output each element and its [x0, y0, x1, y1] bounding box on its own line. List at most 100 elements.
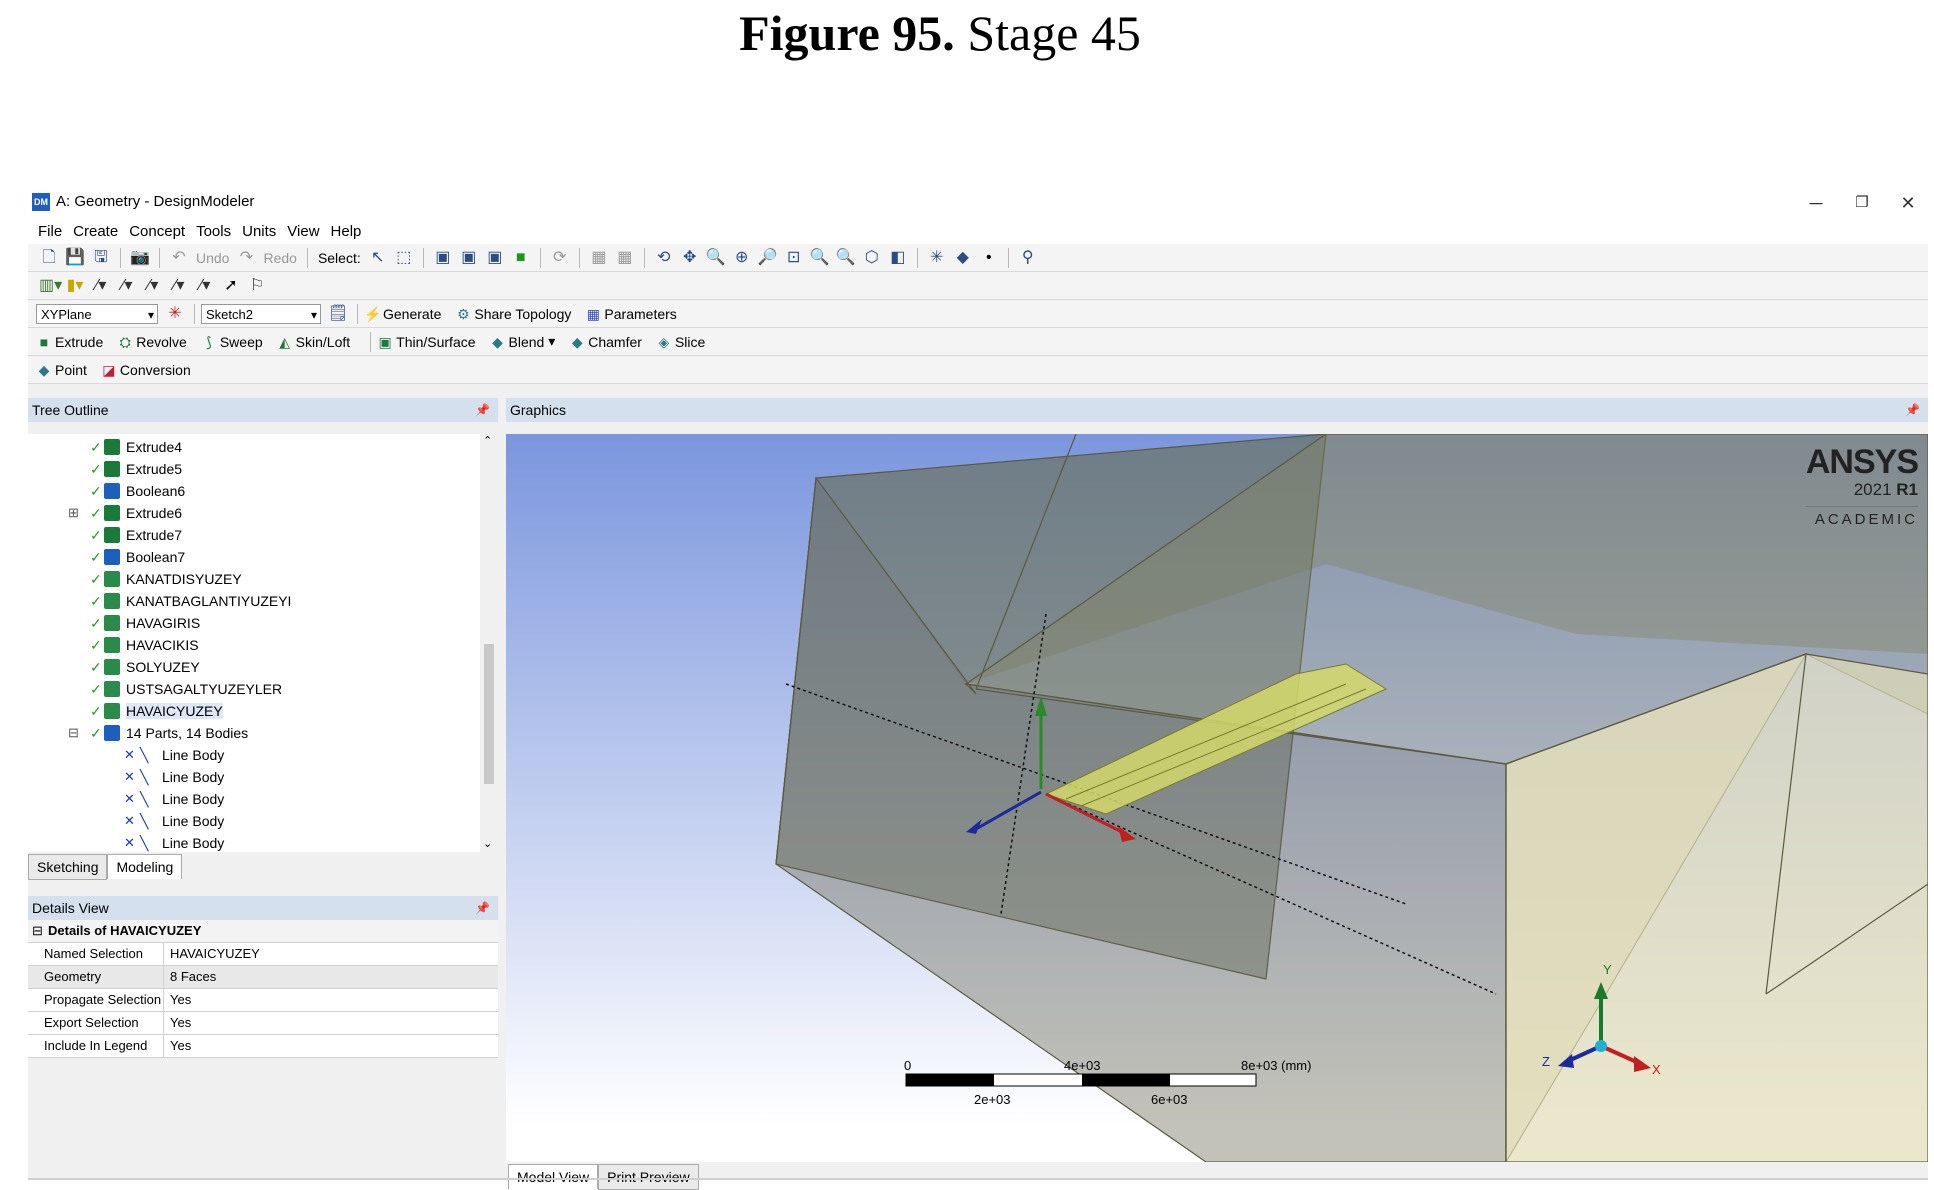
sketch-curve-icon[interactable]: ∕▾	[169, 276, 189, 296]
plane-select[interactable]: XYPlane	[36, 303, 158, 325]
extrude-button[interactable]: ■ Extrude	[36, 334, 103, 350]
tree-item[interactable]: ✓ Extrude5	[90, 458, 182, 480]
look-at-icon[interactable]: ◧	[888, 248, 908, 268]
iso-view-icon[interactable]: ⬡	[862, 248, 882, 268]
expand-icon[interactable]: ⊞	[68, 505, 79, 521]
tree-item[interactable]: ✓ Boolean6	[90, 480, 185, 502]
save-icon[interactable]: 💾	[65, 248, 85, 268]
select-mode-icon[interactable]: ⬚	[394, 248, 414, 268]
tree-item[interactable]: ✕ ╲ Line Body	[124, 744, 224, 766]
point-button[interactable]: ◆ Point	[36, 362, 87, 378]
revolve-button[interactable]: ⛭ Revolve	[117, 334, 187, 350]
sketch-select[interactable]: Sketch2	[201, 303, 321, 325]
conversion-button[interactable]: ◪ Conversion	[101, 362, 190, 378]
pin-icon[interactable]: 📌	[475, 398, 490, 422]
tab-sketching[interactable]: Sketching	[28, 854, 108, 880]
zoom-fit-icon[interactable]: ⊡	[784, 248, 804, 268]
graphics-viewport[interactable]: Y X Z 0 2e+03 4e+03 6e+03 8e+03 (mm) ANS…	[506, 434, 1928, 1162]
scroll-up-icon[interactable]: ⌃	[483, 434, 492, 447]
magnifier-icon[interactable]: 🔍	[836, 248, 856, 268]
generate-button[interactable]: ⚡ Generate	[364, 306, 441, 322]
share-topology-button[interactable]: ⚙ Share Topology	[455, 306, 571, 322]
sketch-dimension-icon[interactable]: ∕▾	[195, 276, 215, 296]
tree-item[interactable]: ✓ HAVAGIRIS	[90, 612, 200, 634]
collapse-icon[interactable]: ⊟	[68, 725, 79, 741]
zoom-in-icon[interactable]: ⊕	[732, 248, 752, 268]
select-pointer-icon[interactable]: ↖	[368, 248, 388, 268]
sketch-line-icon[interactable]: ∕▾	[91, 276, 111, 296]
zoom-icon[interactable]: 🔍	[706, 248, 726, 268]
tab-model-view[interactable]: Model View	[508, 1164, 599, 1189]
blend-button[interactable]: ◆ Blend ▾	[490, 333, 555, 350]
flag-icon[interactable]: ⚐	[247, 276, 267, 296]
select-face-icon[interactable]: ▣	[485, 248, 505, 268]
parameters-button[interactable]: ▦ Parameters	[585, 306, 677, 322]
chamfer-button[interactable]: ◆ Chamfer	[569, 334, 642, 350]
undo-button[interactable]: Undo	[196, 250, 229, 266]
sketch-arc-icon[interactable]: ∕▾	[117, 276, 137, 296]
menu-tools[interactable]: Tools	[196, 223, 231, 240]
pin-tool-icon[interactable]: ➚	[221, 276, 241, 296]
menu-view[interactable]: View	[287, 223, 319, 240]
pin-icon[interactable]: 📌	[475, 896, 490, 920]
tab-modeling[interactable]: Modeling	[107, 854, 183, 879]
thin-surface-button[interactable]: ▣ Thin/Surface	[377, 334, 476, 350]
new-sketch-icon[interactable]: 🗒	[328, 304, 348, 324]
tree-item[interactable]: ✕ ╲ Line Body	[124, 788, 224, 810]
collapse-icon[interactable]: ⊟	[32, 920, 44, 942]
redo-icon[interactable]: ↷	[236, 248, 256, 268]
sweep-button[interactable]: ⟆ Sweep	[201, 334, 263, 350]
tree-item[interactable]: ✕ ╲ Line Body	[124, 832, 224, 852]
tree-item[interactable]: ✕ ╲ Line Body	[124, 810, 224, 832]
edge-display-icon[interactable]: ▮▾	[65, 276, 85, 296]
menu-create[interactable]: Create	[73, 223, 118, 240]
face-display-icon[interactable]: ▥▾	[39, 276, 62, 296]
slice-button[interactable]: ◈ Slice	[656, 334, 706, 350]
pin-icon[interactable]: 📌	[1905, 398, 1920, 422]
scroll-thumb[interactable]	[484, 644, 494, 784]
tree-item[interactable]: ✓ SOLYUZEY	[90, 656, 200, 678]
save-as-icon[interactable]: 🖫	[91, 248, 111, 268]
tree-scrollbar[interactable]: ⌃ ⌄	[480, 434, 498, 852]
skin-loft-button[interactable]: ◭ Skin/Loft	[277, 334, 350, 350]
select-body-icon[interactable]: ■	[511, 248, 531, 268]
redo-button[interactable]: Redo	[263, 250, 296, 266]
restore-button[interactable]: ❐	[1842, 190, 1882, 216]
box-select-icon[interactable]: ▦	[615, 248, 635, 268]
hide-show-icon[interactable]: ⚲	[1018, 248, 1038, 268]
scroll-down-icon[interactable]: ⌄	[483, 837, 492, 850]
tree-item[interactable]: ✓ HAVACIKIS	[90, 634, 199, 656]
tree-item[interactable]: ✓ HAVAICYUZEY	[90, 700, 223, 722]
rotate-icon[interactable]: ⟲	[654, 248, 674, 268]
sketch-spline-icon[interactable]: ∕▾	[143, 276, 163, 296]
select-point-icon[interactable]: ▣	[433, 248, 453, 268]
display-model-icon[interactable]: ◆	[953, 248, 973, 268]
pan-icon[interactable]: ✥	[680, 248, 700, 268]
zoom-to-fit-icon[interactable]: 🔍	[810, 248, 830, 268]
tree-item[interactable]: ✓ Boolean7	[90, 546, 185, 568]
select-edge-icon[interactable]: ▣	[459, 248, 479, 268]
new-icon[interactable]: 🗋	[39, 248, 59, 268]
point-display-icon[interactable]: •	[979, 248, 999, 268]
undo-icon[interactable]: ↶	[169, 248, 189, 268]
menu-concept[interactable]: Concept	[129, 223, 185, 240]
tree-item[interactable]: ✓ KANATDISYUZEY	[90, 568, 242, 590]
screenshot-icon[interactable]: 📷	[130, 248, 150, 268]
details-row[interactable]: Geometry 8 Faces	[28, 966, 498, 989]
menu-file[interactable]: File	[38, 223, 62, 240]
tree-item[interactable]: ✕ ╲ Line Body	[124, 766, 224, 788]
triad-icon[interactable]: ✳	[927, 248, 947, 268]
box-select-icon[interactable]: ▦	[589, 248, 609, 268]
close-button[interactable]: ✕	[1888, 190, 1928, 216]
zoom-box-icon[interactable]: 🔎	[758, 248, 778, 268]
tree-item[interactable]: ✓ USTSAGALTYUZEYLER	[90, 678, 282, 700]
details-row[interactable]: Include In Legend Yes	[28, 1035, 498, 1058]
tree-item[interactable]: ✓ KANATBAGLANTIYUZEYI	[90, 590, 291, 612]
menu-units[interactable]: Units	[242, 223, 276, 240]
tab-print-preview[interactable]: Print Preview	[598, 1164, 699, 1190]
details-row[interactable]: Export Selection Yes	[28, 1012, 498, 1035]
menu-help[interactable]: Help	[331, 223, 362, 240]
tree-item[interactable]: ⊟ ✓ 14 Parts, 14 Bodies	[68, 722, 248, 744]
new-plane-icon[interactable]: ✳	[165, 304, 185, 324]
minimize-button[interactable]: ─	[1796, 190, 1836, 216]
